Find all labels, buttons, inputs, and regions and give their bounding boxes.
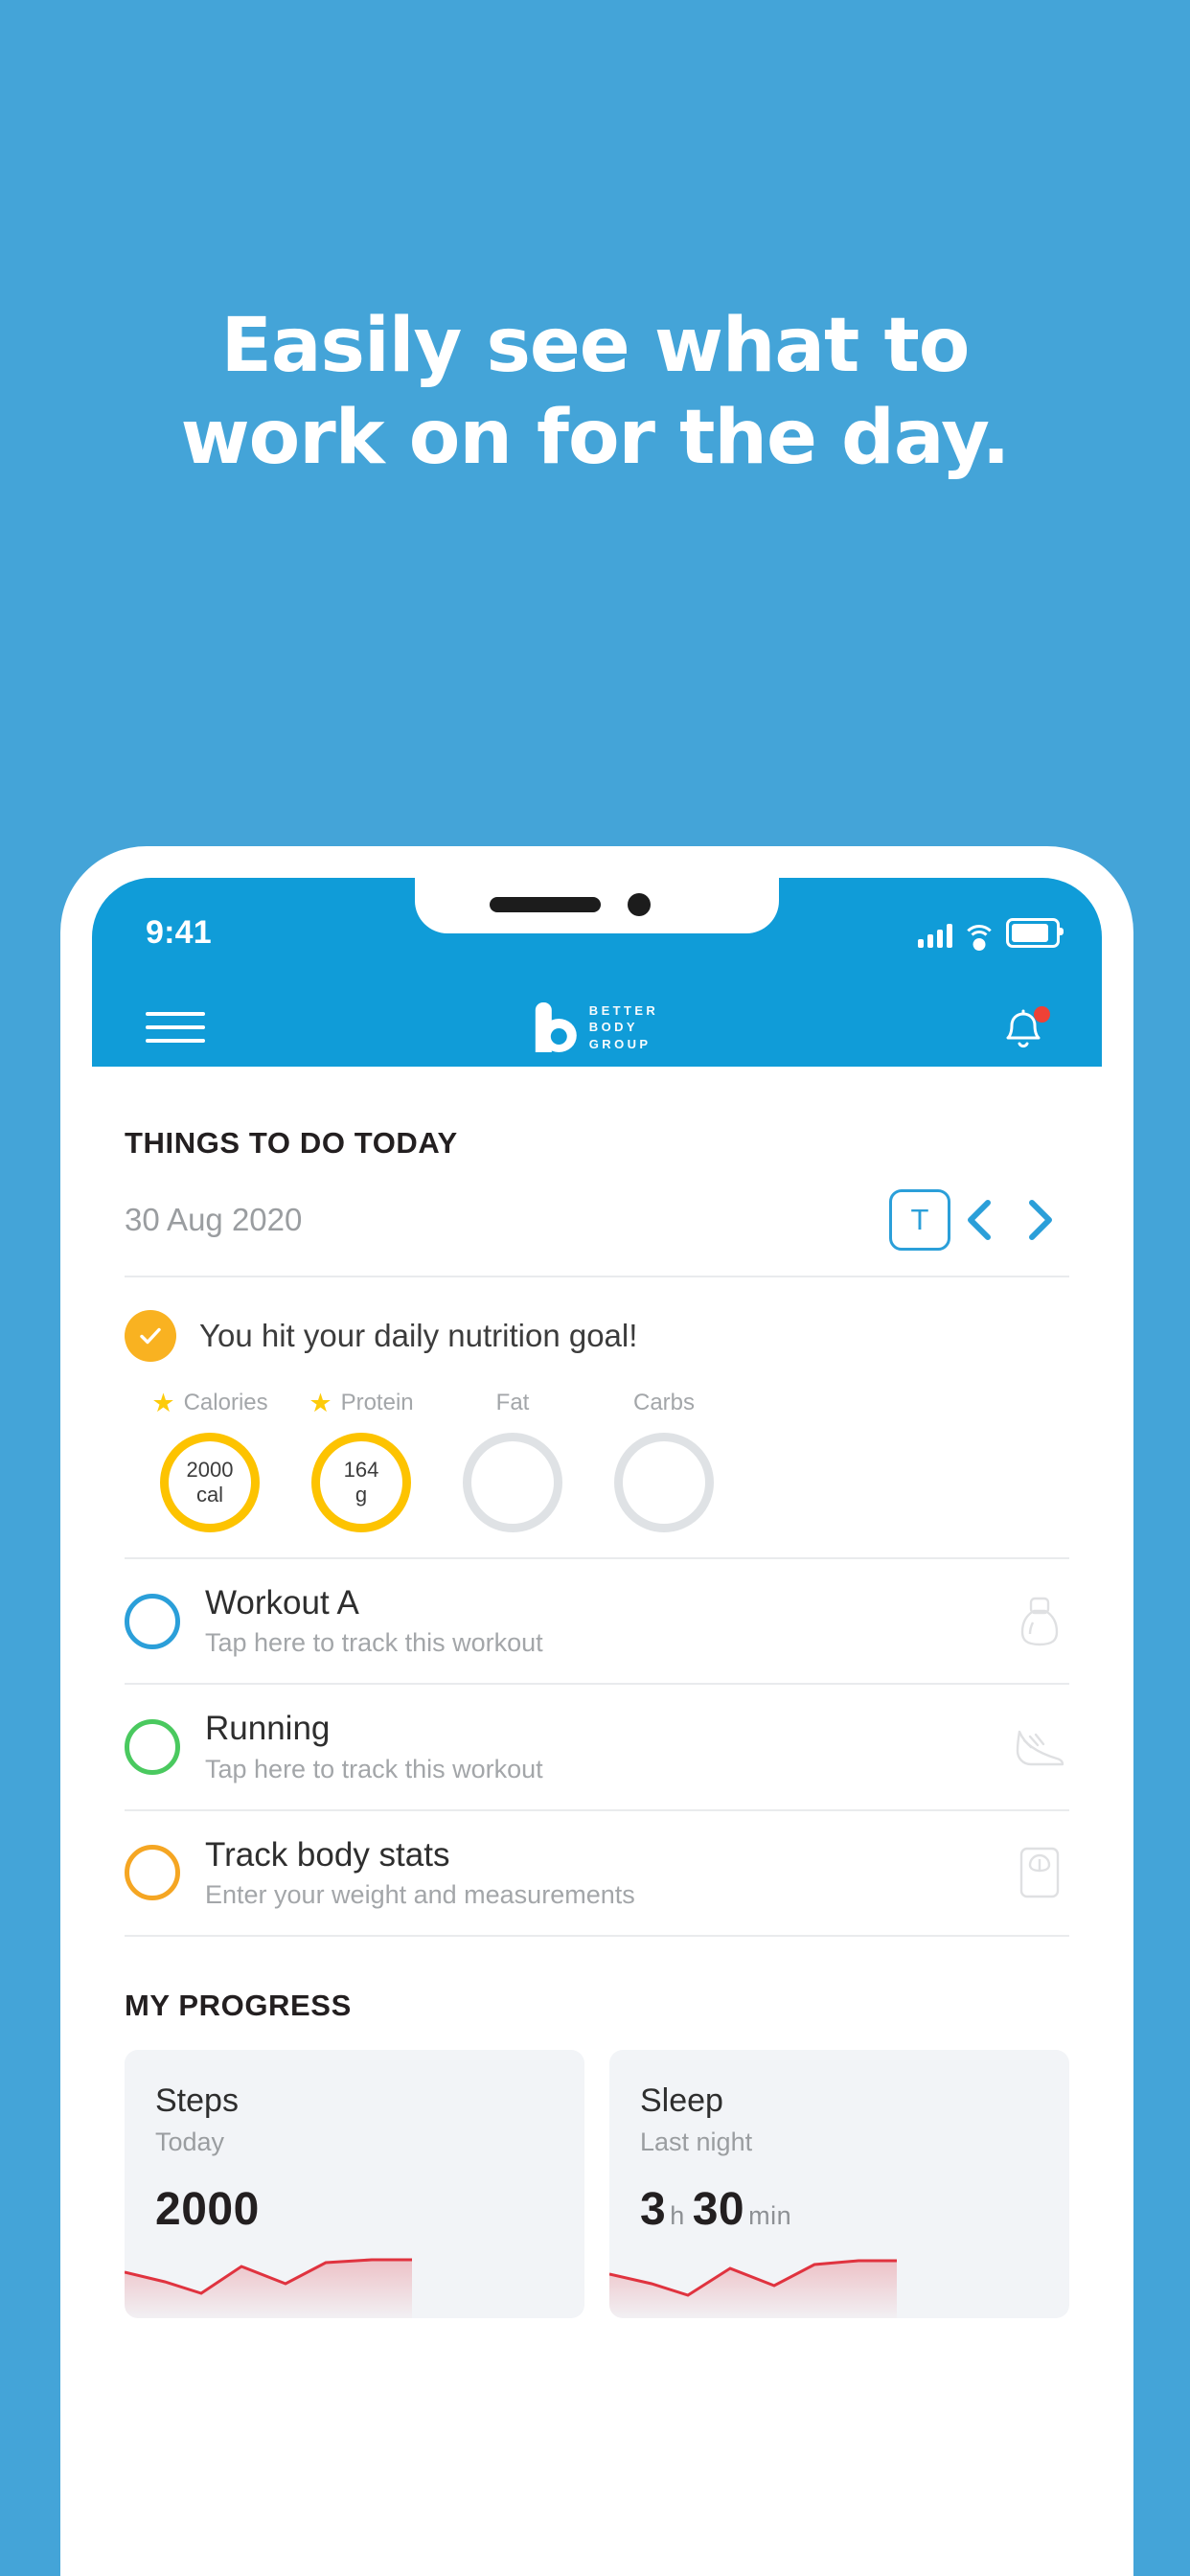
progress-card-minutes-value: 30 — [692, 2183, 745, 2235]
macro-ring-row: ★ Calories 2000 cal ★ Protein 164 g Fat … — [125, 1387, 1069, 1532]
phone-screen: 9:41 BETTER BODY GROUP THINGS TO DO TODA… — [92, 878, 1102, 2576]
promo-screenshot: Easily see what to work on for the day. … — [0, 0, 1190, 2576]
macro-protein[interactable]: ★ Protein 164 g — [286, 1387, 437, 1532]
battery-icon — [1006, 918, 1064, 948]
wifi-icon — [962, 923, 996, 951]
check-circle-icon — [125, 1310, 176, 1362]
macro-calories-label-row: ★ Calories — [151, 1387, 267, 1419]
task-text: Running Tap here to track this workout — [205, 1710, 985, 1783]
sleep-sparkline-chart — [609, 2259, 897, 2318]
app-header-bar: BETTER BODY GROUP — [92, 985, 1102, 1067]
macro-protein-label-row: ★ Protein — [309, 1387, 413, 1419]
things-to-do-title: THINGS TO DO TODAY — [125, 1126, 458, 1160]
macro-carbs-label-row: Carbs — [633, 1387, 695, 1419]
macro-carbs[interactable]: Carbs — [588, 1387, 740, 1532]
progress-card-value: 2000 — [155, 2183, 260, 2235]
today-button[interactable]: T — [889, 1189, 950, 1251]
status-bar-indicators — [918, 918, 1064, 951]
macro-calories-ring: 2000 cal — [160, 1433, 260, 1532]
macro-protein-value: 164 — [343, 1458, 379, 1483]
progress-card-row: Steps Today 2000 Sleep Last night 3 h 30… — [125, 2049, 1069, 2318]
bell-icon[interactable] — [998, 1006, 1050, 1056]
progress-card-title: Sleep — [640, 2082, 723, 2119]
task-row-running[interactable]: Running Tap here to track this workout — [125, 1685, 1069, 1811]
progress-card-title: Steps — [155, 2082, 239, 2119]
nutrition-goal-message: You hit your daily nutrition goal! — [199, 1318, 638, 1353]
progress-card-hours-unit: h — [670, 2200, 685, 2230]
star-icon: ★ — [309, 1388, 332, 1417]
progress-card-sleep[interactable]: Sleep Last night 3 h 30 min — [609, 2049, 1069, 2318]
previous-day-chevron-icon[interactable] — [950, 1195, 1010, 1245]
macro-protein-label: Protein — [340, 1390, 414, 1415]
macro-fat[interactable]: Fat — [437, 1387, 588, 1532]
progress-card-steps[interactable]: Steps Today 2000 — [125, 2049, 584, 2318]
task-row-workout-a[interactable]: Workout A Tap here to track this workout — [125, 1559, 1069, 1686]
macro-carbs-label: Carbs — [632, 1390, 696, 1415]
task-name: Running — [205, 1710, 331, 1748]
my-progress-title: MY PROGRESS — [125, 1988, 352, 2022]
progress-card-minutes-unit: min — [748, 2200, 792, 2230]
progress-card-period: Today — [155, 2127, 225, 2156]
front-camera — [628, 893, 651, 916]
app-content: THINGS TO DO TODAY 30 Aug 2020 T You hit… — [92, 1067, 1102, 2576]
current-date-label: 30 Aug 2020 — [125, 1202, 303, 1237]
app-logo-wordmark: BETTER BODY GROUP — [589, 1002, 658, 1051]
date-navigation-row: 30 Aug 2020 T — [125, 1189, 1069, 1277]
logo-line-3: GROUP — [588, 1036, 652, 1051]
task-subtitle: Enter your weight and measurements — [205, 1879, 635, 1909]
macro-calories-unit: cal — [195, 1483, 224, 1506]
running-shoe-icon — [1010, 1724, 1069, 1770]
status-bar: 9:41 — [92, 878, 1102, 985]
app-logo: BETTER BODY GROUP — [535, 1002, 658, 1052]
macro-carbs-ring — [614, 1433, 714, 1532]
macro-protein-ring: 164 g — [311, 1433, 411, 1532]
device-notch — [415, 878, 779, 933]
task-subtitle: Tap here to track this workout — [205, 1628, 543, 1658]
kettlebell-icon — [1010, 1595, 1069, 1648]
hamburger-menu-icon[interactable] — [146, 1012, 205, 1043]
macro-calories-label: Calories — [183, 1390, 268, 1415]
nutrition-goal-card[interactable]: You hit your daily nutrition goal! ★ Cal… — [125, 1310, 1069, 1559]
task-text: Workout A Tap here to track this workout — [205, 1584, 985, 1658]
progress-card-value-row: 2000 — [155, 2183, 260, 2236]
task-name: Track body stats — [205, 1835, 450, 1874]
task-status-circle[interactable] — [125, 1718, 180, 1775]
macro-protein-unit: g — [355, 1483, 368, 1506]
macro-fat-ring — [463, 1433, 562, 1532]
task-name: Workout A — [205, 1584, 359, 1622]
earpiece-speaker — [490, 897, 601, 912]
task-subtitle: Tap here to track this workout — [205, 1754, 543, 1783]
steps-sparkline-chart — [125, 2258, 412, 2318]
progress-card-value-row: 3 h 30 min — [640, 2183, 799, 2236]
notification-badge-dot — [1034, 1006, 1050, 1023]
macro-fat-label-row: Fat — [496, 1387, 530, 1419]
task-status-circle[interactable] — [125, 1593, 180, 1649]
progress-card-period: Last night — [640, 2127, 753, 2156]
macro-fat-label: Fat — [495, 1390, 530, 1415]
star-icon: ★ — [151, 1388, 175, 1417]
next-day-chevron-icon[interactable] — [1010, 1195, 1069, 1245]
macro-calories-value: 2000 — [186, 1458, 234, 1483]
promo-headline-line-2: work on for the day. — [180, 394, 1011, 481]
cellular-signal-icon — [918, 923, 952, 948]
weight-scale-icon — [1010, 1846, 1069, 1899]
phone-device-frame: 9:41 BETTER BODY GROUP THINGS TO DO TODA… — [60, 846, 1133, 2576]
progress-card-hours-value: 3 — [640, 2183, 667, 2235]
macro-calories[interactable]: ★ Calories 2000 cal — [134, 1387, 286, 1532]
task-status-circle[interactable] — [125, 1845, 180, 1901]
logo-line-1: BETTER — [588, 1003, 659, 1019]
promo-headline: Easily see what to work on for the day. — [0, 308, 1190, 481]
letter-b-logo-icon — [535, 1002, 578, 1052]
logo-line-2: BODY — [588, 1020, 638, 1035]
status-bar-time: 9:41 — [146, 914, 212, 951]
task-row-track-body-stats[interactable]: Track body stats Enter your weight and m… — [125, 1811, 1069, 1937]
task-text: Track body stats Enter your weight and m… — [205, 1836, 985, 1910]
promo-headline-line-1: Easily see what to — [220, 303, 971, 389]
nutrition-goal-header: You hit your daily nutrition goal! — [125, 1310, 1069, 1362]
